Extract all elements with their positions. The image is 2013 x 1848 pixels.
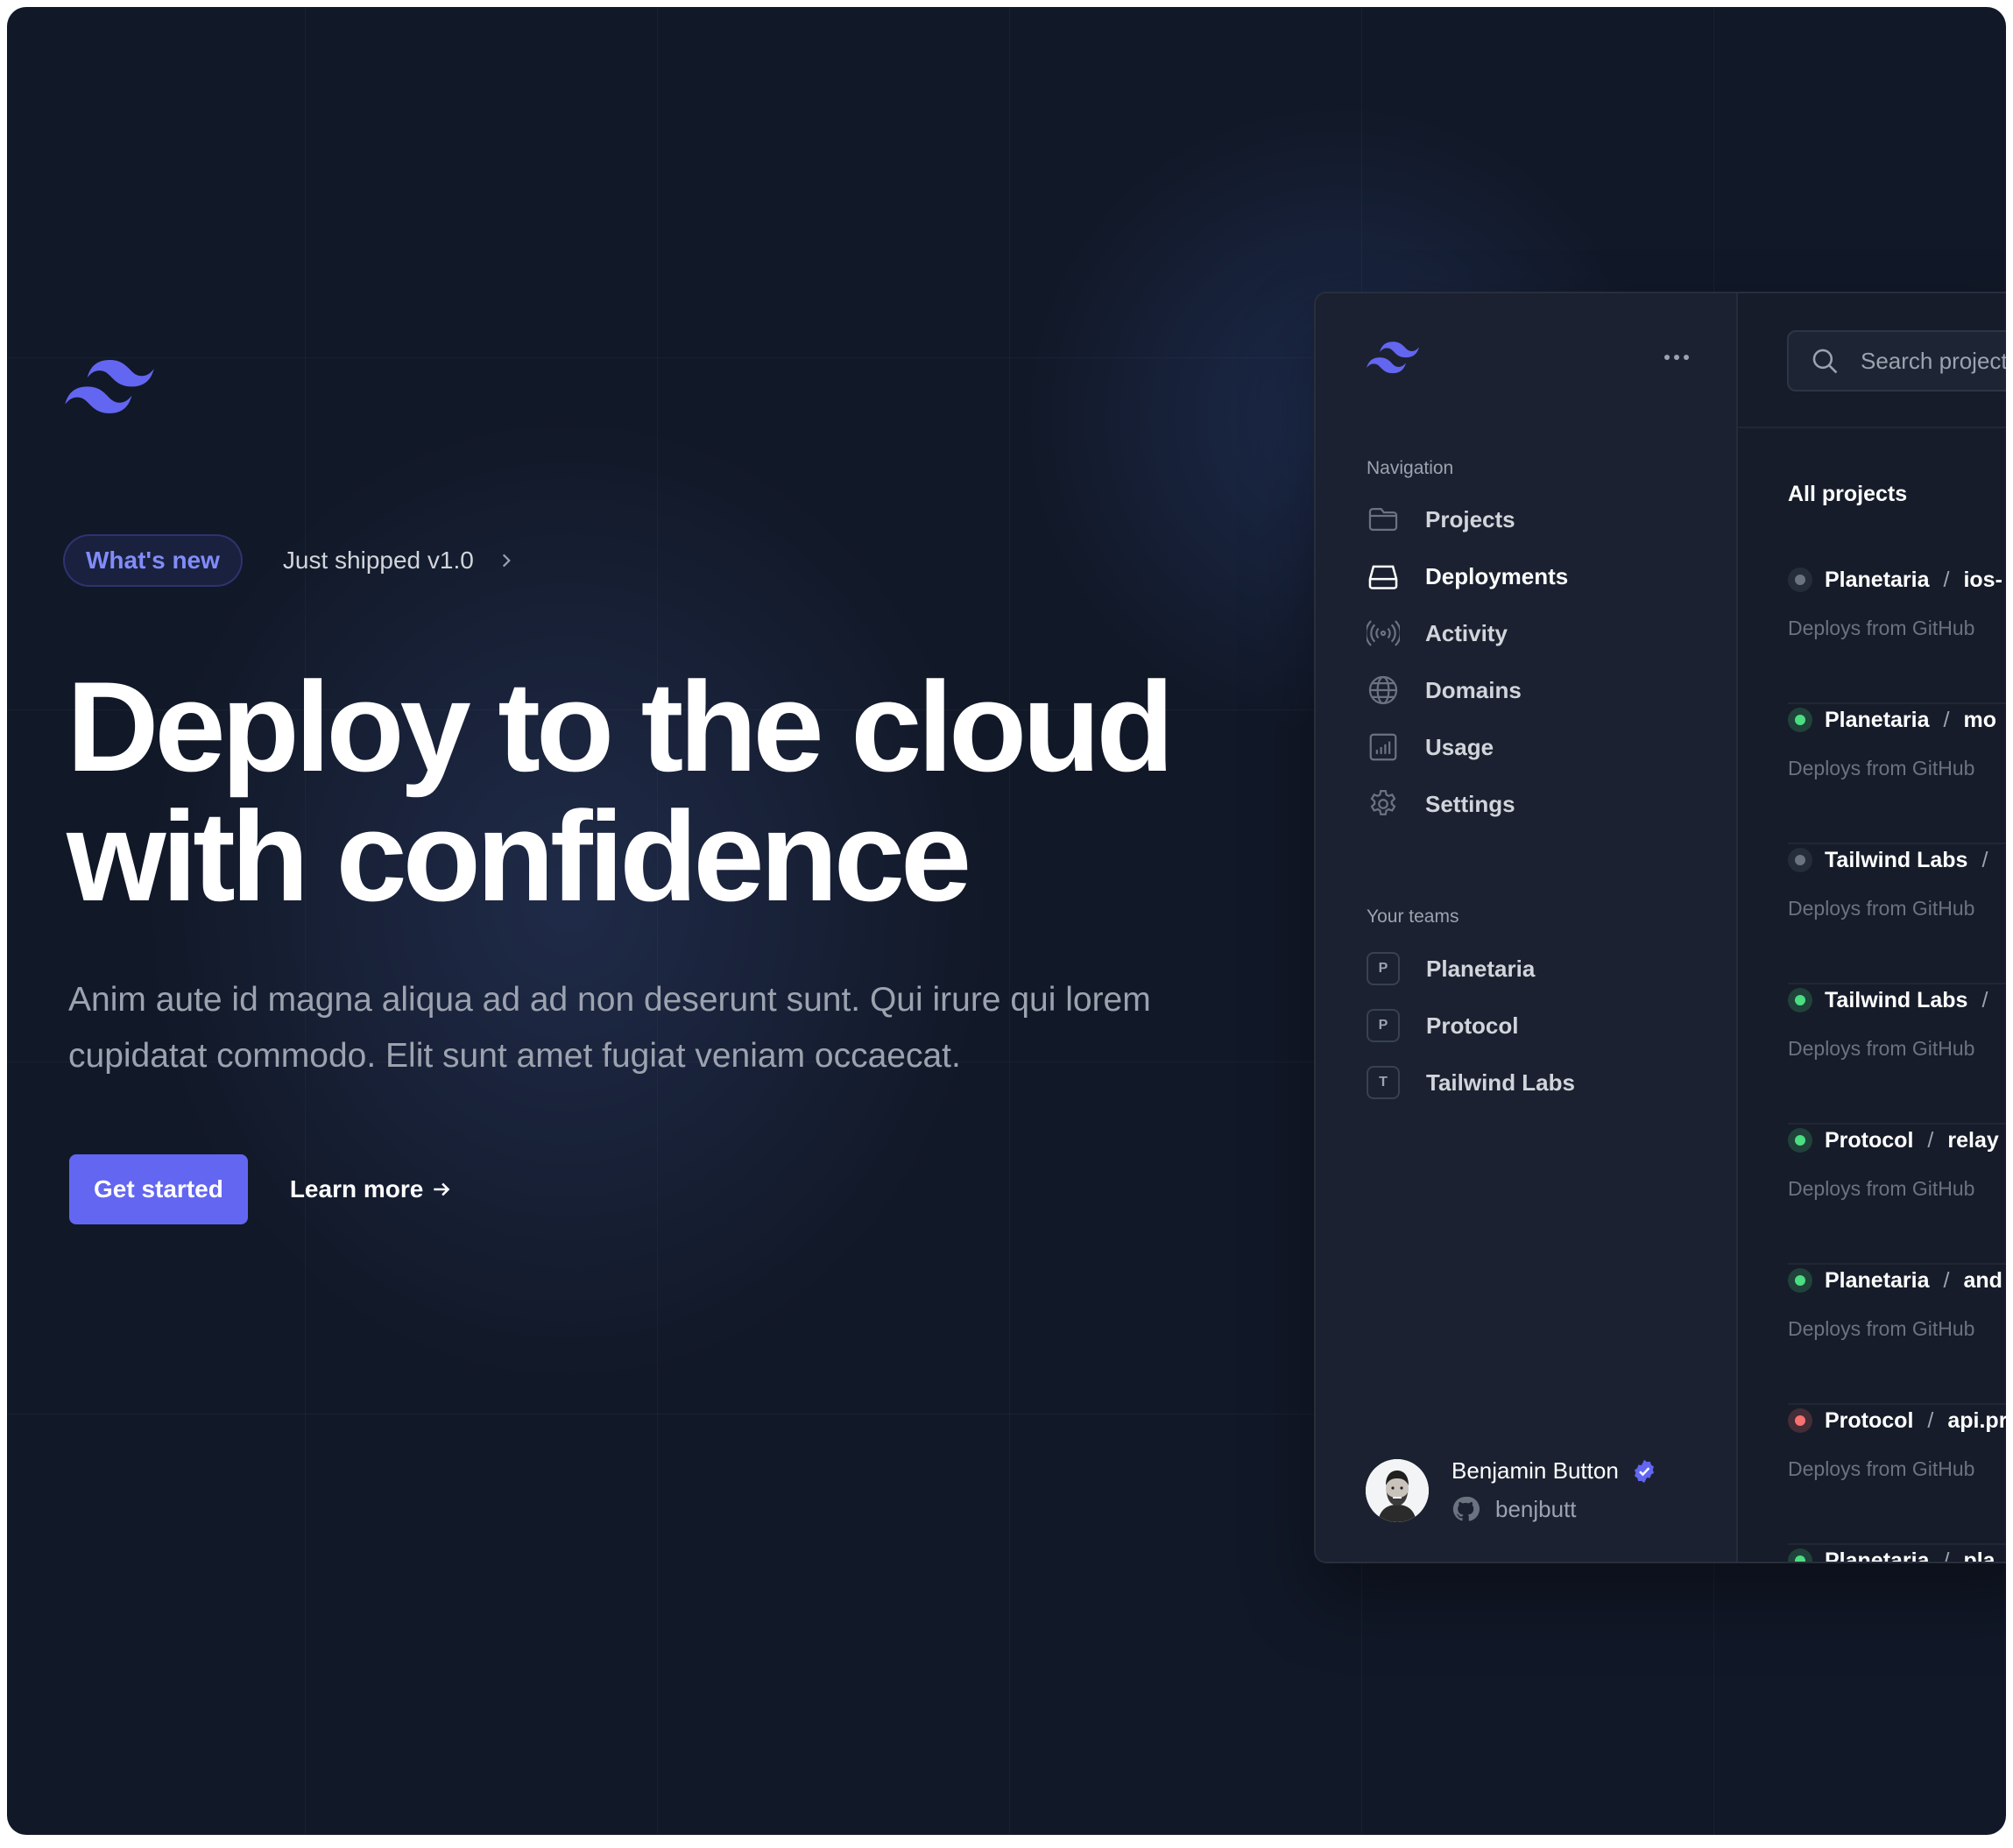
hero-subtitle: Anim aute id magna aliqua ad ad non dese… <box>68 981 1151 1075</box>
folder-icon <box>1368 508 1398 531</box>
more-options-icon[interactable] <box>1663 348 1690 367</box>
status-indicator <box>1788 1128 1812 1153</box>
announcement-text: Just shipped v1.0 <box>282 547 474 574</box>
project-source: Deploys from GitHub <box>1788 617 1975 639</box>
headline-line-1: Deploy to the cloud <box>67 655 1175 798</box>
sidebar-item-settings[interactable]: Settings <box>1366 782 1515 826</box>
page-frame: What's new Just shipped v1.0 Deploy to t… <box>7 7 2006 1835</box>
project-team: Planetaria <box>1825 567 1930 592</box>
project-team: Protocol <box>1825 1407 1914 1433</box>
projects-title: All projects <box>1788 482 1908 506</box>
learn-more-link[interactable]: Learn more <box>290 1175 454 1203</box>
project-name: pla <box>1963 1548 1995 1563</box>
project-team: Planetaria <box>1825 1267 1930 1293</box>
search-box[interactable] <box>1787 330 2006 391</box>
gear-icon <box>1370 790 1396 815</box>
project-row[interactable]: Planetaria / and Deploys from GitHub <box>1788 1263 2006 1405</box>
sidebar-item-label: Usage <box>1425 733 1494 760</box>
learn-more-label: Learn more <box>289 1175 424 1203</box>
teams-heading: Your teams <box>1367 906 1459 927</box>
status-indicator <box>1788 1548 1812 1562</box>
sidebar-team-tailwind-labs[interactable]: T Tailwind Labs <box>1366 1061 1575 1104</box>
search-icon <box>1812 349 1838 374</box>
get-started-button[interactable]: Get started <box>69 1154 248 1224</box>
status-indicator <box>1788 1268 1812 1293</box>
team-name: Planetaria <box>1426 955 1536 982</box>
project-row[interactable]: Protocol / api.pr Deploys from GitHub <box>1788 1403 2006 1545</box>
sidebar-item-label: Domains <box>1425 676 1522 703</box>
project-row[interactable]: Protocol / relay Deploys from GitHub <box>1788 1123 2006 1265</box>
status-indicator <box>1788 708 1812 732</box>
project-row[interactable]: Tailwind Labs / Deploys from GitHub <box>1788 983 2006 1125</box>
project-row[interactable]: Planetaria / mo Deploys from GitHub <box>1788 702 2006 844</box>
sidebar-item-activity[interactable]: Activity <box>1366 611 1508 655</box>
search-input[interactable] <box>1859 346 2006 376</box>
chart-bar-icon <box>1369 733 1397 761</box>
navigation-heading: Navigation <box>1367 458 1454 478</box>
project-row[interactable]: Planetaria / pla <box>1788 1543 2006 1563</box>
project-source: Deploys from GitHub <box>1788 1037 1975 1060</box>
globe-icon <box>1368 675 1398 705</box>
page-title: Deploy to the cloud with confidence <box>67 662 1293 921</box>
sidebar-item-label: Projects <box>1425 505 1515 533</box>
team-initial: P <box>1367 952 1400 985</box>
chevron-right-icon <box>502 554 511 568</box>
sidebar-item-usage[interactable]: Usage <box>1366 725 1494 769</box>
status-indicator <box>1788 1408 1812 1433</box>
sidebar-item-domains[interactable]: Domains <box>1366 668 1522 712</box>
project-team: Tailwind Labs <box>1825 987 1968 1012</box>
verified-badge-icon <box>1634 1459 1654 1483</box>
user-handle: benjbutt <box>1495 1495 1577 1522</box>
project-name: mo <box>1963 707 1996 732</box>
sidebar-team-protocol[interactable]: P Protocol <box>1366 1004 1518 1047</box>
server-icon <box>1368 565 1398 589</box>
user-name: Benjamin Button <box>1451 1457 1619 1484</box>
sidebar-item-deployments[interactable]: Deployments <box>1366 554 1568 598</box>
header-divider <box>1738 427 2006 428</box>
sidebar-item-label: Deployments <box>1425 562 1569 589</box>
project-team: Tailwind Labs <box>1825 847 1968 872</box>
project-row[interactable]: Tailwind Labs / Deploys from GitHub <box>1788 843 2006 984</box>
user-profile[interactable]: Benjamin Button benjbutt <box>1366 1457 1657 1523</box>
team-name: Protocol <box>1426 1012 1519 1039</box>
app-preview-window: Navigation Projects Deployments Activity… <box>1314 292 2006 1563</box>
project-name: api.pr <box>1947 1407 2006 1433</box>
arrow-right-icon <box>434 1182 450 1196</box>
sidebar: Navigation Projects Deployments Activity… <box>1316 293 1738 1562</box>
project-name: relay <box>1947 1127 1999 1153</box>
project-team: Protocol <box>1825 1127 1914 1153</box>
project-name: and <box>1963 1267 2002 1293</box>
avatar-portrait-icon <box>1366 1458 1429 1522</box>
announcement-link[interactable]: Just shipped v1.0 <box>283 547 516 575</box>
tailwind-logo-icon <box>65 360 154 413</box>
projects-panel: All projects Planetaria/ios- Deploys fro… <box>1738 293 2006 1562</box>
sidebar-item-projects[interactable]: Projects <box>1366 497 1515 541</box>
sidebar-team-planetaria[interactable]: P Planetaria <box>1366 947 1535 991</box>
whats-new-badge[interactable]: What's new <box>63 534 243 587</box>
team-initial: T <box>1367 1066 1400 1099</box>
project-source: Deploys from GitHub <box>1788 1177 1975 1200</box>
tailwind-logo-icon <box>1367 342 1419 374</box>
team-name: Tailwind Labs <box>1426 1069 1575 1096</box>
project-source: Deploys from GitHub <box>1788 757 1975 779</box>
project-name: ios- <box>1963 567 2002 592</box>
status-indicator <box>1788 988 1812 1012</box>
status-indicator <box>1788 848 1812 872</box>
sidebar-item-label: Activity <box>1425 619 1508 646</box>
project-team: Planetaria <box>1825 1548 1930 1563</box>
project-source: Deploys from GitHub <box>1788 1317 1975 1340</box>
cta-row: Get started Learn more <box>69 1154 453 1224</box>
team-initial: P <box>1367 1009 1400 1042</box>
project-row[interactable]: Planetaria / ios- Deploys from GitHub <box>1788 562 2006 704</box>
announcement-row: What's new Just shipped v1.0 <box>63 534 516 587</box>
avatar <box>1366 1458 1429 1522</box>
signal-icon <box>1367 620 1400 646</box>
headline-line-2: with confidence <box>67 785 971 928</box>
sidebar-item-label: Settings <box>1425 790 1515 817</box>
project-source: Deploys from GitHub <box>1788 897 1975 920</box>
github-icon <box>1452 1496 1480 1521</box>
project-team: Planetaria <box>1825 707 1930 732</box>
status-indicator <box>1788 568 1812 592</box>
project-source: Deploys from GitHub <box>1788 1457 1975 1480</box>
